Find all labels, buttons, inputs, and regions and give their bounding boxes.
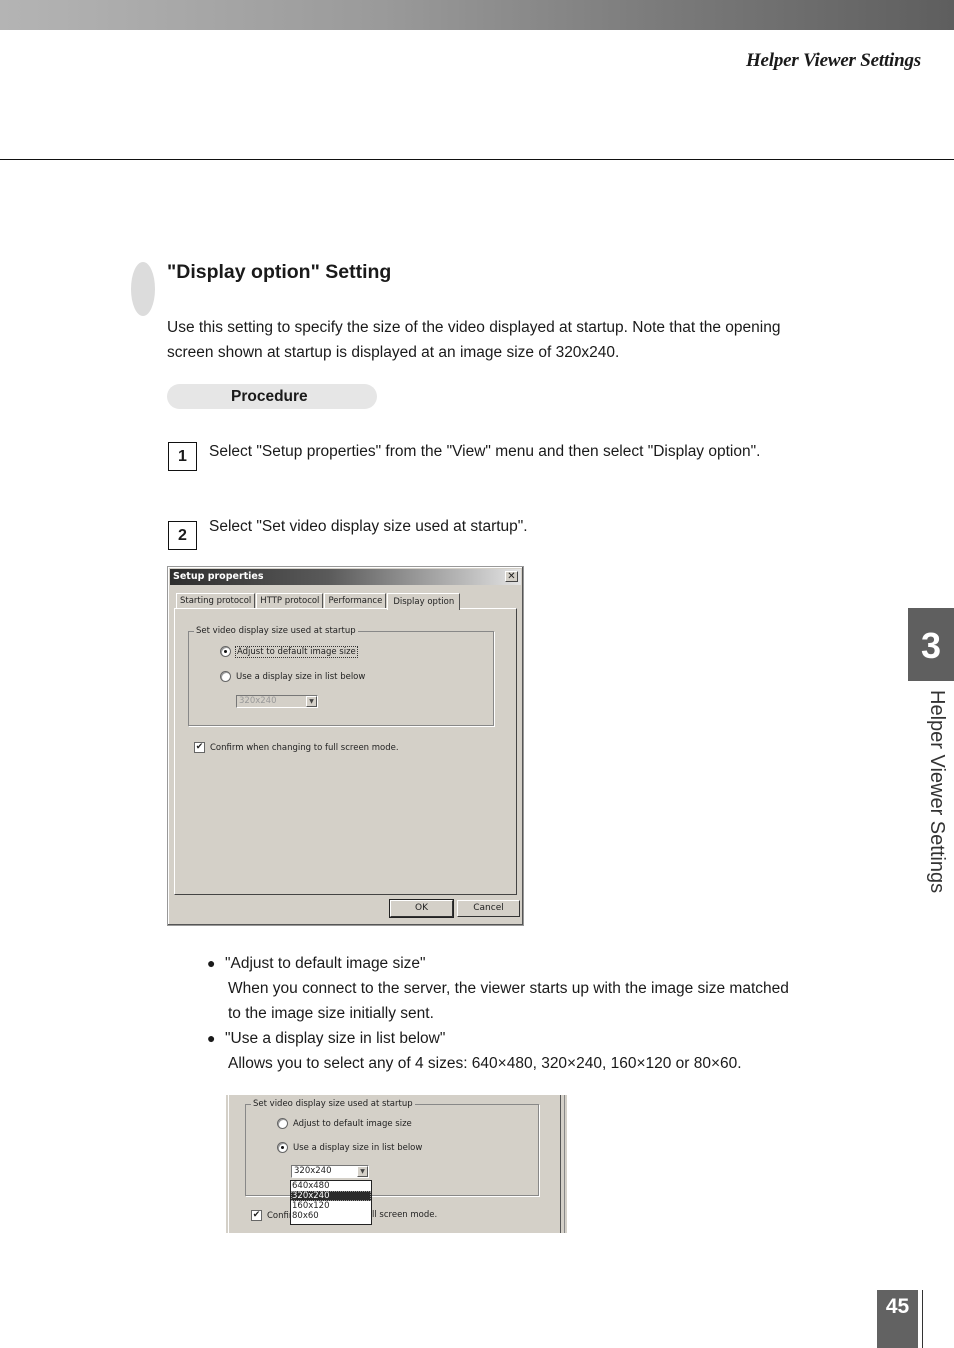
panel-edge [560, 1095, 561, 1233]
checkmark-icon[interactable]: ✔ [251, 1210, 262, 1221]
radio-selected-icon[interactable] [277, 1142, 288, 1153]
step-1-number: 1 [168, 442, 197, 471]
groupbox-label: Set video display size used at startup [251, 1098, 415, 1110]
checkmark-icon[interactable]: ✔ [194, 742, 205, 753]
display-size-value: 320x240 [239, 696, 277, 706]
intro-line-1: Use this setting to specify the size of … [167, 319, 781, 336]
step-1-text: Select "Setup properties" from the "View… [209, 443, 761, 460]
confirm-fullscreen-label: Confirm when changing to full screen mod… [210, 742, 399, 753]
header-gradient-bar [0, 0, 954, 30]
tab-display-option[interactable]: Display option [387, 593, 461, 610]
dialog-title: Setup properties [173, 571, 264, 582]
bullet-title: "Adjust to default image size" [225, 955, 426, 972]
step-2-text: Select "Set video display size used at s… [209, 518, 528, 535]
groupbox-label: Set video display size used at startup [194, 625, 358, 637]
display-size-select[interactable]: 320x240 ▼ [236, 695, 318, 708]
chevron-down-icon[interactable]: ▼ [306, 696, 317, 707]
section-title: "Display option" Setting [167, 261, 392, 283]
intro-paragraph: Use this setting to specify the size of … [167, 315, 847, 365]
radio-use-list-label: Use a display size in list below [293, 1142, 423, 1153]
ok-button[interactable]: OK [389, 899, 454, 918]
radio-selected-icon[interactable] [220, 646, 231, 657]
bullet-line: Allows you to select any of 4 sizes: 640… [228, 1055, 742, 1072]
display-option-panel: Set video display size used at startup A… [174, 608, 517, 895]
close-icon: ✕ [507, 571, 516, 582]
option-80x60[interactable]: 80x60 [291, 1211, 371, 1221]
display-size-value: 320x240 [294, 1166, 332, 1176]
procedure-label: Procedure [167, 384, 377, 409]
tab-starting-protocol[interactable]: Starting protocol [176, 593, 256, 609]
radio-use-list-label: Use a display size in list below [236, 671, 366, 682]
section-marker-oval [131, 262, 155, 316]
bullet-icon: ● [207, 1030, 216, 1046]
running-header-title: Helper Viewer Settings [745, 50, 921, 71]
radio-adjust-default-label: Adjust to default image size [293, 1118, 412, 1129]
bullet-item: ● "Use a display size in list below" [207, 1026, 847, 1051]
option-320x240[interactable]: 320x240 [291, 1191, 371, 1201]
tab-performance[interactable]: Performance [324, 593, 387, 609]
option-160x120[interactable]: 160x120 [291, 1201, 371, 1211]
confirm-fullscreen-label-end: ll screen mode. [372, 1210, 438, 1220]
radio-adjust-default[interactable]: Adjust to default image size [277, 1118, 412, 1129]
setup-properties-dialog: Setup properties ✕ Starting protocol HTT… [167, 566, 524, 926]
option-descriptions: ● "Adjust to default image size" When yo… [207, 951, 847, 1076]
tab-http-protocol[interactable]: HTTP protocol [256, 593, 324, 609]
confirm-fullscreen-label-end-row: ll screen mode. [372, 1210, 437, 1220]
radio-use-list[interactable]: Use a display size in list below [277, 1142, 422, 1153]
bullet-line: to the image size initially sent. [228, 1005, 434, 1022]
radio-adjust-default-label: Adjust to default image size [235, 645, 358, 658]
bullet-title: "Use a display size in list below" [225, 1030, 446, 1047]
step-2-number: 2 [168, 521, 197, 550]
cancel-button[interactable]: Cancel [457, 900, 520, 917]
dialog-title-bar[interactable]: Setup properties ✕ [170, 569, 521, 585]
header-divider [0, 159, 954, 160]
chapter-label-vertical: Helper Viewer Settings [926, 690, 948, 894]
panel-edge [564, 1095, 565, 1233]
dialog-tabs: Starting protocol HTTP protocol Performa… [176, 591, 461, 610]
bullet-item: ● "Adjust to default image size" [207, 951, 847, 976]
option-640x480[interactable]: 640x480 [291, 1181, 371, 1191]
close-button[interactable]: ✕ [505, 571, 518, 582]
radio-unselected-icon[interactable] [277, 1118, 288, 1129]
radio-adjust-default[interactable]: Adjust to default image size [220, 645, 358, 658]
display-size-dropdown-screenshot: Set video display size used at startup A… [226, 1095, 567, 1233]
page-number-rule [922, 1290, 923, 1348]
panel-edge [228, 1095, 229, 1233]
chevron-down-icon[interactable]: ▼ [357, 1166, 368, 1177]
confirm-fullscreen-checkbox[interactable]: ✔ Confirm when changing to full screen m… [194, 742, 399, 753]
display-size-options-list: 640x480 320x240 160x120 80x60 [290, 1180, 372, 1225]
display-size-select[interactable]: 320x240 ▼ [291, 1165, 369, 1178]
bullet-icon: ● [207, 955, 216, 971]
intro-line-2: screen shown at startup is displayed at … [167, 344, 620, 361]
chapter-number-tab: 3 [908, 608, 954, 681]
radio-unselected-icon[interactable] [220, 671, 231, 682]
radio-use-list[interactable]: Use a display size in list below [220, 671, 365, 682]
bullet-line: When you connect to the server, the view… [228, 980, 789, 997]
page-number: 45 [877, 1290, 918, 1348]
startup-size-groupbox: Set video display size used at startup A… [188, 625, 494, 726]
